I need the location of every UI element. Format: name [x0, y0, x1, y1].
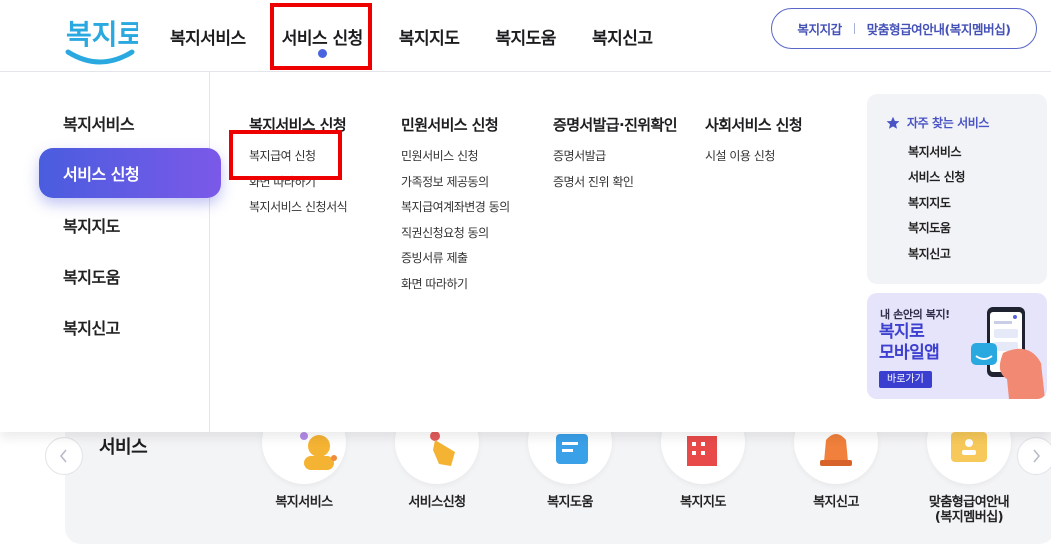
svg-text:복지로: 복지로 [66, 18, 138, 51]
utility-links: 복지지갑 맞춤형급여안내(복지멤버십) [771, 8, 1037, 49]
banner-title: 복지로 모바일앱 [879, 322, 940, 364]
service-item-label: 복지신고 [813, 495, 859, 510]
menu-link[interactable]: 민원서비스 신청 [401, 148, 510, 174]
menu-link[interactable]: 시설 이용 신청 [705, 148, 802, 174]
side-nav-welfare-service[interactable]: 복지서비스 [39, 98, 221, 148]
service-section-heading: 서비스 [99, 437, 148, 458]
favorite-services-list: 복지서비스 서비스 신청 복지지도 복지도움 복지신고 [908, 143, 965, 270]
menu-link[interactable]: 증명서 진위 확인 [553, 174, 677, 200]
menu-link[interactable]: 화면 따라하기 [401, 276, 510, 302]
side-nav-welfare-report[interactable]: 복지신고 [39, 302, 221, 352]
menu-column-title[interactable]: 민원서비스 신청 [401, 114, 510, 136]
phone-in-hand-icon [971, 307, 1045, 399]
welfare-wallet-link[interactable]: 복지지갑 [797, 19, 842, 38]
favorite-link[interactable]: 복지지도 [908, 194, 965, 219]
side-nav-welfare-help[interactable]: 복지도움 [39, 251, 221, 301]
menu-column-list: 증명서발급 증명서 진위 확인 [553, 148, 677, 199]
service-item-label: 서비스신청 [408, 495, 466, 510]
service-item-label: 복지도움 [547, 495, 593, 510]
favorite-link[interactable]: 복지도움 [908, 219, 965, 244]
nav-item-service-apply[interactable]: 서비스 신청 [264, 0, 381, 72]
mega-menu: 복지서비스 서비스 신청 복지지도 복지도움 복지신고 복지서비스 신청 복지급… [0, 72, 1051, 432]
banner-title-line: 모바일앱 [879, 343, 940, 363]
bokjiro-logo-icon: 복지로 [65, 18, 143, 65]
mega-menu-side-nav: 복지서비스 서비스 신청 복지지도 복지도움 복지신고 [0, 72, 221, 432]
favorite-services-panel: 자주 찾는 서비스 복지서비스 서비스 신청 복지지도 복지도움 복지신고 [867, 94, 1047, 284]
menu-link[interactable]: 가족정보 제공동의 [401, 174, 510, 200]
menu-column-title[interactable]: 사회서비스 신청 [705, 114, 803, 136]
banner-go-button[interactable]: 바로가기 [879, 371, 932, 388]
menu-column-list: 복지급여 신청 화면 따라하기 복지서비스 신청서식 [249, 148, 348, 225]
menu-link[interactable]: 직권신청요청 동의 [401, 225, 510, 251]
star-icon [886, 116, 900, 129]
active-indicator-dot [318, 49, 328, 58]
nav-item-welfare-report[interactable]: 복지신고 [574, 0, 671, 72]
menu-link[interactable]: 복지급여계좌변경 동의 [401, 199, 510, 225]
menu-column-title[interactable]: 복지서비스 신청 [249, 114, 347, 136]
favorite-services-title: 자주 찾는 서비스 [886, 114, 989, 131]
chevron-right-icon [1033, 449, 1041, 463]
site-header: 복지로 복지서비스 서비스 신청 복지지도 복지도움 복지신고 복지지갑 맞춤형… [0, 0, 1051, 72]
menu-column-welfare-apply: 복지서비스 신청 복지급여 신청 화면 따라하기 복지서비스 신청서식 [249, 114, 348, 225]
service-item-label: 맞춤형급여안내 (복지멤버십) [928, 495, 1010, 525]
menu-column-title[interactable]: 증명서발급·진위확인 [553, 114, 678, 136]
page: 서비스 복지서비스 서비스신청 복지도움 복지지도 복지신고 맞춤형급여안내 (… [0, 0, 1051, 544]
nav-item-welfare-map[interactable]: 복지지도 [381, 0, 478, 72]
service-item-label: 복지지도 [680, 495, 726, 510]
nav-item-welfare-service[interactable]: 복지서비스 [152, 0, 264, 72]
membership-link[interactable]: 맞춤형급여안내(복지멤버십) [867, 19, 1011, 38]
mobile-app-banner[interactable]: 내 손안의 복지! 복지로 모바일앱 바로가기 [867, 293, 1047, 399]
menu-link[interactable]: 복지급여 신청 [249, 148, 347, 174]
menu-link[interactable]: 증명서발급 [553, 148, 677, 174]
side-nav-welfare-map[interactable]: 복지지도 [39, 200, 221, 250]
main-nav: 복지서비스 서비스 신청 복지지도 복지도움 복지신고 [152, 0, 671, 72]
menu-column-social-service: 사회서비스 신청 시설 이용 신청 [705, 114, 803, 174]
chevron-left-icon [59, 449, 67, 463]
menu-link[interactable]: 화면 따라하기 [249, 174, 347, 200]
service-item-label: 복지서비스 [275, 495, 333, 510]
prev-arrow-button[interactable] [45, 437, 83, 475]
site-logo[interactable]: 복지로 [62, 6, 143, 70]
favorite-link[interactable]: 복지신고 [908, 245, 965, 270]
favorite-link[interactable]: 서비스 신청 [908, 168, 965, 193]
favorite-services-title-text: 자주 찾는 서비스 [907, 116, 990, 130]
favorite-link[interactable]: 복지서비스 [908, 143, 965, 168]
menu-link[interactable]: 복지서비스 신청서식 [249, 199, 348, 225]
nav-item-welfare-help[interactable]: 복지도움 [477, 0, 574, 72]
divider [853, 23, 855, 34]
menu-link[interactable]: 증빙서류 제출 [401, 250, 510, 276]
banner-subtitle: 내 손안의 복지! [880, 308, 950, 321]
menu-column-list: 시설 이용 신청 [705, 148, 802, 174]
banner-title-line: 복지로 [879, 322, 925, 342]
menu-column-civil-apply: 민원서비스 신청 민원서비스 신청 가족정보 제공동의 복지급여계좌변경 동의 … [401, 114, 510, 302]
menu-column-certificate: 증명서발급·진위확인 증명서발급 증명서 진위 확인 [553, 114, 678, 199]
side-nav-service-apply[interactable]: 서비스 신청 [39, 148, 221, 198]
nav-item-label: 서비스 신청 [281, 28, 364, 49]
menu-column-list: 민원서비스 신청 가족정보 제공동의 복지급여계좌변경 동의 직권신청요청 동의… [401, 148, 510, 302]
